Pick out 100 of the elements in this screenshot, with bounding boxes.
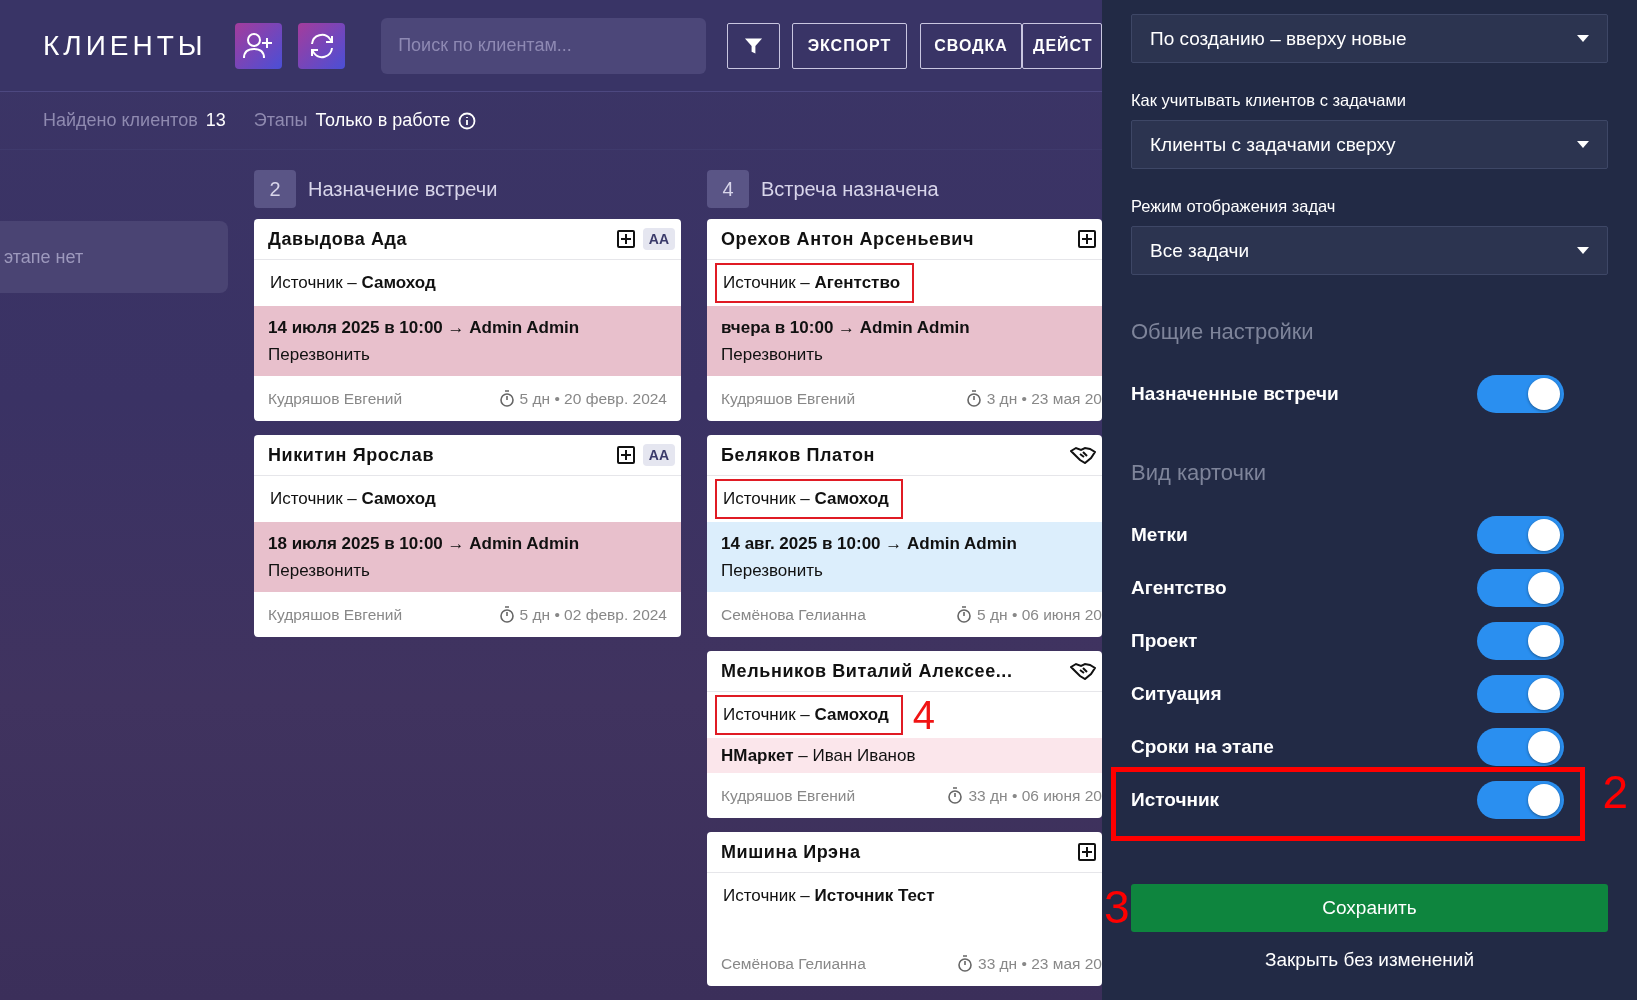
- toggle-switch[interactable]: [1477, 674, 1564, 713]
- toggle-switch[interactable]: [1477, 374, 1564, 413]
- source-text: Источник – Самоход: [269, 488, 437, 510]
- client-name: Мишина Ирэна: [721, 841, 862, 863]
- stage-title: Назначение встречи: [308, 177, 498, 201]
- plus-square-icon[interactable]: [616, 446, 635, 464]
- plus-square-icon[interactable]: [1078, 843, 1096, 861]
- client-card[interactable]: Орехов Антон Арсеньевич Источник – Агентство вчера в 10:00 → Admin Admin Перезвонить Кудряшов Евгений 3 дн • 23 мая 20: [707, 219, 1102, 421]
- client-name: Мельников Виталий Алексее...: [721, 660, 1014, 682]
- client-card[interactable]: Мельников Виталий Алексее... Источник – Самоход 4 НМаркет – Иван Иванов Кудряшов Евгений 33 дн • 06 июня 20: [707, 651, 1102, 818]
- toggle-label: Агентство: [1131, 576, 1227, 599]
- filter-icon: [744, 35, 763, 56]
- client-card[interactable]: Никитин Ярослав AA Источник – Самоход 18 июля 2025 в 10:00 → Admin Admin Перезвонить Кудряшов Евгений 5 дн • 02 февр. 2024: [254, 435, 681, 637]
- stages-label: Этапы: [253, 110, 308, 131]
- toolbar-button[interactable]: ЭКСПОРТ: [792, 22, 907, 69]
- toggle-label: Ситуация: [1131, 682, 1222, 705]
- found-label: Найдено клиентов: [43, 110, 198, 131]
- initials-badge: AA: [642, 228, 675, 250]
- task-title: вчера в 10:00 → Admin Admin: [721, 317, 971, 339]
- toggle-label: Метки: [1131, 523, 1188, 546]
- stopwatch-icon: [948, 787, 963, 804]
- stage-duration: 33 дн • 06 июня 20: [968, 786, 1102, 805]
- manager-name: Кудряшов Евгений: [268, 605, 403, 624]
- annotation-number: 4: [912, 695, 935, 735]
- toggle-label: Сроки на этапе: [1131, 735, 1274, 758]
- client-name: Никитин Ярослав: [268, 444, 436, 466]
- stage-duration: 3 дн • 23 мая 20: [986, 389, 1102, 408]
- toggle-switch[interactable]: [1477, 727, 1564, 766]
- stage-duration: 5 дн • 02 февр. 2024: [519, 605, 667, 624]
- stage-duration: 33 дн • 23 мая 20: [978, 954, 1102, 973]
- annotation-number: 2: [1602, 769, 1628, 815]
- manager-name: Кудряшов Евгений: [721, 389, 856, 408]
- dropdown[interactable]: Клиенты с задачами сверху: [1131, 120, 1608, 169]
- dropdown[interactable]: Все задачи: [1131, 226, 1608, 275]
- plus-square-icon[interactable]: [1078, 230, 1096, 248]
- task-note: Перезвонить: [721, 344, 824, 366]
- client-name: Беляков Платон: [721, 444, 876, 466]
- select-label: Как учитывать клиентов с задачами: [1131, 91, 1407, 110]
- info-icon[interactable]: [458, 111, 477, 130]
- page-title: КЛИЕНТЫ: [43, 29, 207, 62]
- manager-name: Кудряшов Евгений: [268, 389, 403, 408]
- source-text: Источник – Агентство: [715, 263, 915, 303]
- toolbar-button[interactable]: ДЕЙСТ: [1022, 22, 1102, 69]
- add-client-button[interactable]: [234, 22, 282, 69]
- client-card[interactable]: Беляков Платон Источник – Самоход 14 авг. 2025 в 10:00 → Admin Admin Перезвонить Семёнова Гелианна 5 дн • 06 июня 20: [707, 435, 1102, 637]
- toggle-label: Назначенные встречи: [1131, 382, 1339, 405]
- stopwatch-icon: [966, 390, 981, 407]
- source-text: Источник – Самоход: [269, 272, 437, 294]
- toggle-switch[interactable]: [1477, 780, 1564, 819]
- select-label: Режим отображения задач: [1131, 197, 1337, 216]
- toggle-switch[interactable]: [1477, 568, 1564, 607]
- task-note: Перезвонить: [268, 344, 371, 366]
- section-title: Вид карточки: [1131, 460, 1267, 486]
- search-field[interactable]: Поиск по клиентам...: [381, 17, 706, 74]
- toggle-switch[interactable]: [1477, 515, 1564, 554]
- add-user-icon: [243, 31, 274, 60]
- task-title: 14 июля 2025 в 10:00 → Admin Admin: [268, 317, 581, 339]
- task-title: 14 авг. 2025 в 10:00 → Admin Admin: [721, 533, 1018, 555]
- filter-button[interactable]: [727, 22, 780, 69]
- manager-name: Семёнова Гелианна: [721, 954, 866, 973]
- stage-count: 2: [254, 170, 296, 208]
- refresh-button[interactable]: [297, 22, 346, 69]
- toggle-switch[interactable]: [1477, 621, 1564, 660]
- source-text: Источник – Источник Тест: [722, 885, 936, 907]
- stage-count: 4: [707, 170, 749, 208]
- client-name: Давыдова Ада: [268, 228, 409, 250]
- stage-duration: 5 дн • 20 февр. 2024: [519, 389, 667, 408]
- initials-badge: AA: [642, 444, 675, 466]
- found-count: 13: [205, 110, 226, 131]
- plus-square-icon[interactable]: [616, 230, 635, 248]
- toggle-label: Источник: [1131, 788, 1220, 811]
- caret-icon: [1577, 35, 1589, 42]
- source-text: Источник – Самоход: [715, 695, 903, 735]
- task-note: Перезвонить: [268, 560, 371, 582]
- toggle-label: Проект: [1131, 629, 1198, 652]
- stage-duration: 5 дн • 06 июня 20: [977, 605, 1102, 624]
- annotation-number: 3: [1104, 884, 1130, 930]
- task-note: Перезвонить: [721, 560, 824, 582]
- manager-name: Семёнова Гелианна: [721, 605, 866, 624]
- project-text: НМаркет – Иван Иванов: [721, 746, 916, 765]
- stages-value[interactable]: Только в работе: [315, 110, 451, 131]
- stopwatch-icon: [499, 606, 514, 623]
- caret-icon: [1577, 141, 1589, 148]
- client-card[interactable]: Давыдова Ада AA Источник – Самоход 14 июля 2025 в 10:00 → Admin Admin Перезвонить Кудряшов Евгений 5 дн • 20 февр. 2024: [254, 219, 681, 421]
- toolbar-button[interactable]: СВОДКА: [920, 22, 1022, 69]
- dropdown[interactable]: По созданию – вверху новые: [1131, 14, 1608, 63]
- stopwatch-icon: [958, 955, 973, 972]
- caret-icon: [1577, 247, 1589, 254]
- section-title: Общие настройки: [1131, 319, 1315, 345]
- stage-title: Встреча назначена: [761, 177, 939, 201]
- source-text: Источник – Самоход: [715, 479, 903, 519]
- save-button[interactable]: Сохранить: [1131, 884, 1608, 932]
- stopwatch-icon: [957, 606, 972, 623]
- close-without-changes-button[interactable]: Закрыть без изменений: [1259, 948, 1480, 972]
- client-card[interactable]: Мишина Ирэна Источник – Источник Тест Семёнова Гелианна 33 дн • 23 мая 20: [707, 832, 1102, 986]
- manager-name: Кудряшов Евгений: [721, 786, 856, 805]
- client-name: Орехов Антон Арсеньевич: [721, 228, 976, 250]
- stopwatch-icon: [499, 390, 514, 407]
- empty-stage-card: этапе нет: [0, 221, 228, 293]
- task-title: 18 июля 2025 в 10:00 → Admin Admin: [268, 533, 581, 555]
